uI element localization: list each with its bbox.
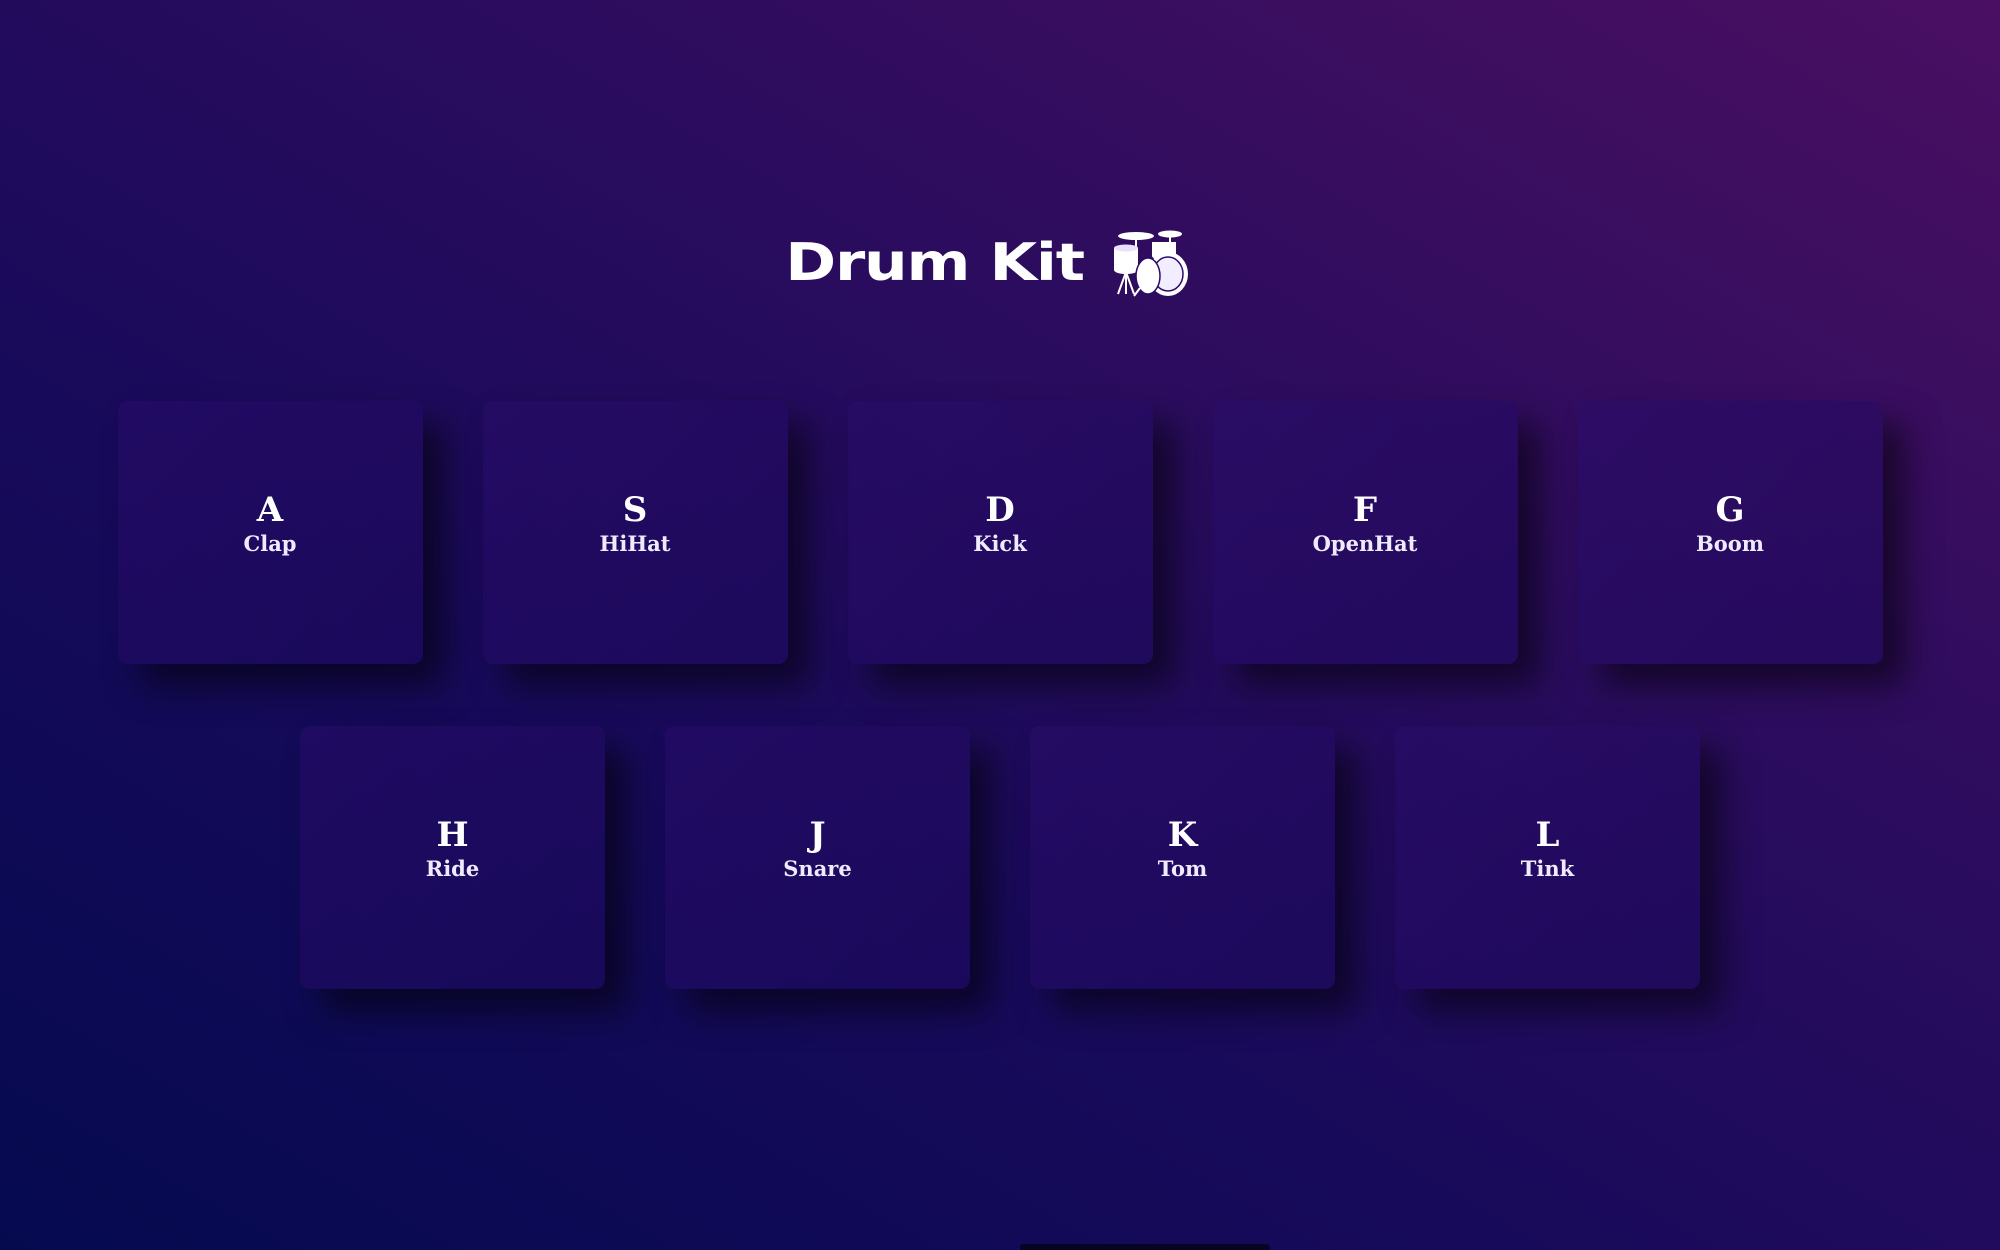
key-sound-label: Boom xyxy=(1696,530,1764,556)
drum-key-a[interactable]: A Clap xyxy=(117,401,423,664)
key-sound-label: HiHat xyxy=(599,530,671,556)
bottom-edge-bar xyxy=(1020,1244,1270,1250)
drum-key-k[interactable]: K Tom xyxy=(1030,726,1335,989)
key-letter: J xyxy=(809,814,826,855)
page-title: Drum Kit xyxy=(785,233,1086,293)
drum-key-f[interactable]: F OpenHat xyxy=(1212,401,1518,664)
key-letter: K xyxy=(1167,814,1198,855)
key-letter: G xyxy=(1715,489,1745,530)
key-sound-label: Ride xyxy=(425,855,480,881)
key-letter: A xyxy=(256,489,284,530)
drum-key-s[interactable]: S HiHat xyxy=(482,401,788,664)
key-letter: S xyxy=(622,489,648,530)
key-sound-label: Clap xyxy=(243,530,297,556)
key-letter: F xyxy=(1352,489,1378,530)
drum-key-d[interactable]: D Kick xyxy=(847,401,1153,664)
key-sound-label: Kick xyxy=(973,530,1027,556)
drum-key-l[interactable]: L Tink xyxy=(1395,726,1700,989)
key-sound-label: Snare xyxy=(783,855,852,881)
key-sound-label: OpenHat xyxy=(1312,530,1418,556)
page-header: Drum Kit xyxy=(0,228,2000,298)
key-sound-label: Tink xyxy=(1520,855,1575,881)
drum-key-g[interactable]: G Boom xyxy=(1577,401,1883,664)
drum-key-h[interactable]: H Ride xyxy=(300,726,605,989)
drum-kit-icon xyxy=(1113,230,1188,297)
key-letter: H xyxy=(436,814,469,855)
keys-row-top: A Clap S HiHat D Kick F OpenHat G Boom xyxy=(0,401,2000,664)
key-sound-label: Tom xyxy=(1157,855,1208,881)
key-letter: D xyxy=(985,489,1015,530)
keys-row-bottom: H Ride J Snare K Tom L Tink xyxy=(0,726,2000,989)
drum-key-j[interactable]: J Snare xyxy=(665,726,970,989)
key-letter: L xyxy=(1535,814,1560,855)
